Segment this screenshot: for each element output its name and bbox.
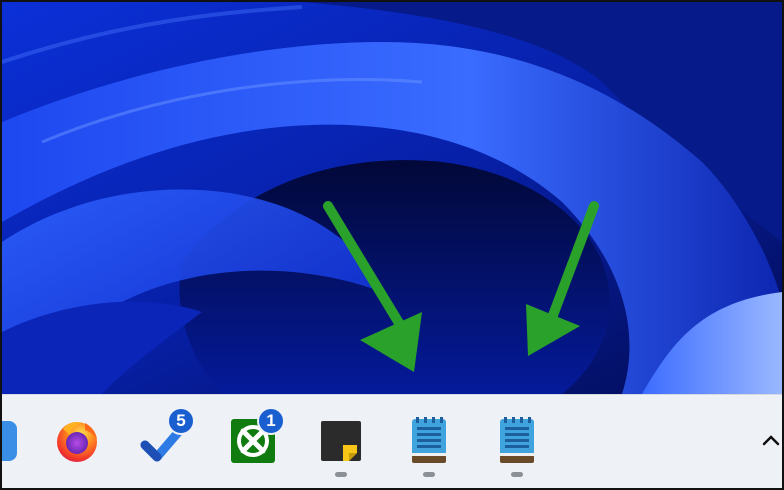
notification-badge: 1 bbox=[257, 407, 285, 435]
taskbar-app-notepad-1[interactable] bbox=[394, 395, 464, 488]
taskbar-app-todo[interactable]: 5 bbox=[128, 395, 198, 488]
taskbar-app-sticky-notes[interactable] bbox=[306, 395, 376, 488]
screenshot-frame: 5 1 bbox=[0, 0, 784, 490]
firefox-icon bbox=[57, 422, 97, 462]
taskbar: 5 1 bbox=[2, 394, 782, 488]
taskbar-app-notepad-2[interactable] bbox=[482, 395, 552, 488]
chevron-up-icon bbox=[762, 435, 780, 446]
green-arrow-icon bbox=[526, 201, 599, 356]
notepad-icon bbox=[500, 417, 534, 463]
show-hidden-icons-button[interactable] bbox=[760, 420, 782, 460]
running-indicator bbox=[423, 472, 435, 477]
taskbar-app-partial[interactable] bbox=[2, 395, 32, 488]
partial-blue-app-icon bbox=[2, 421, 17, 461]
running-indicator bbox=[511, 472, 523, 477]
notification-badge: 5 bbox=[167, 407, 195, 435]
running-indicator bbox=[335, 472, 347, 477]
sticky-notes-icon bbox=[321, 421, 361, 461]
green-arrow-icon bbox=[323, 201, 422, 372]
notepad-icon bbox=[412, 417, 446, 463]
taskbar-app-xbox[interactable]: 1 bbox=[218, 395, 288, 488]
taskbar-app-firefox[interactable] bbox=[42, 395, 112, 488]
